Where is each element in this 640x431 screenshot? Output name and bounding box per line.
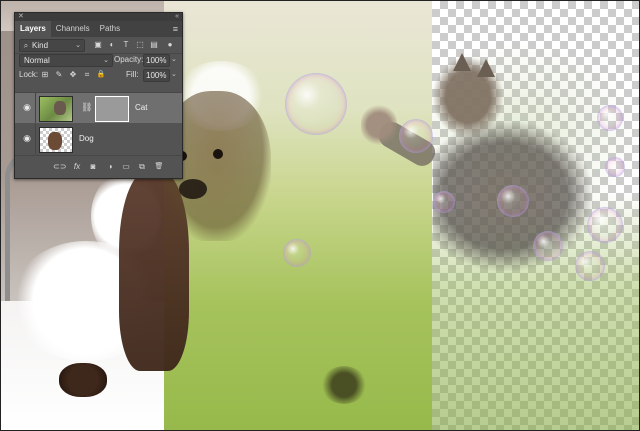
dog-thumbnail-figure (48, 132, 62, 150)
search-icon: ⌕ (23, 41, 29, 50)
adjustment-filter-icon[interactable]: ◐ (107, 39, 117, 50)
bubble (533, 231, 563, 261)
fill-value: 100% (146, 71, 167, 80)
collapse-icon[interactable]: « (175, 12, 179, 21)
tab-channels[interactable]: Channels (51, 21, 95, 37)
opacity-value: 100% (146, 56, 167, 65)
panel-footer: ⊂⊃ fx ◙ ◑ ▭ ⧉ 🗑 (15, 155, 182, 178)
chevron-down-icon: ⌄ (75, 42, 81, 49)
close-icon[interactable]: ✕ (18, 12, 24, 21)
panel-menu-icon[interactable]: ≡ (173, 24, 178, 34)
layer-name[interactable]: Cat (135, 93, 147, 123)
layer-thumbnail[interactable] (39, 96, 73, 122)
blend-row: Normal ⌄ Opacity: 100% ⌄ (15, 52, 182, 67)
new-group-icon[interactable]: ▭ (120, 161, 132, 173)
layer-filter-dropdown[interactable]: ⌕ Kind ⌄ (19, 39, 85, 52)
mask-link-icon[interactable]: ⛓ (81, 100, 92, 114)
divider (35, 93, 36, 123)
filter-kind-label: Kind (32, 41, 49, 50)
smart-object-filter-icon[interactable]: ▤ (149, 39, 159, 50)
chevron-down-icon: ⌄ (103, 57, 109, 64)
lock-position-icon[interactable]: ✥ (68, 69, 78, 80)
visibility-eye-icon[interactable]: ◉ (22, 133, 32, 143)
bubble (587, 207, 623, 243)
lock-label: Lock: (19, 70, 39, 79)
filter-row: ⌕ Kind ⌄ ▣ ◐ T ⬚ ▤ ● (15, 37, 182, 52)
bubble (497, 185, 529, 217)
divider (35, 124, 36, 154)
layer-row-dog[interactable]: ◉ Dog (15, 124, 182, 154)
tab-paths[interactable]: Paths (95, 21, 125, 37)
tab-layers[interactable]: Layers (15, 21, 51, 37)
blend-mode-value: Normal (24, 56, 50, 65)
type-filter-icon[interactable]: T (121, 39, 131, 50)
panel-title-bar[interactable]: ✕ « (15, 13, 182, 21)
layer-mask-thumbnail[interactable] (95, 96, 129, 122)
fill-chevron-icon[interactable]: ⌄ (171, 69, 177, 80)
bubble (285, 73, 347, 135)
panel-tabs: Layers Channels Paths ≡ (15, 21, 182, 37)
cat-ear (477, 59, 495, 77)
bubble (575, 251, 605, 281)
visibility-eye-icon[interactable]: ◉ (22, 102, 32, 112)
opacity-field[interactable]: 100% (143, 54, 170, 67)
cat-thumbnail-figure (54, 101, 66, 115)
bubble (605, 157, 625, 177)
lock-transparent-pixels-icon[interactable]: ⊞ (40, 69, 50, 80)
add-mask-icon[interactable]: ◙ (87, 161, 99, 173)
bubble (433, 191, 455, 213)
lock-all-icon[interactable]: 🔒 (96, 69, 106, 80)
fill-field[interactable]: 100% (143, 69, 170, 82)
opacity-chevron-icon[interactable]: ⌄ (171, 54, 177, 65)
layer-row-cat[interactable]: ◉ ⛓ Cat (15, 93, 182, 123)
bubble (283, 239, 311, 267)
grass-clump (321, 366, 367, 404)
bubble (399, 119, 433, 153)
dog-paw (59, 363, 107, 397)
filter-icons: ▣ ◐ T ⬚ ▤ ● (93, 39, 175, 50)
bubble (597, 105, 623, 131)
layer-style-icon[interactable]: fx (71, 161, 83, 173)
lock-icons: ⊞ ✎ ✥ ⌗ 🔒 (40, 69, 130, 80)
layer-name[interactable]: Dog (79, 124, 94, 154)
lock-image-pixels-icon[interactable]: ✎ (54, 69, 64, 80)
shape-filter-icon[interactable]: ⬚ (135, 39, 145, 50)
delete-layer-icon[interactable]: 🗑 (153, 161, 165, 173)
fill-label: Fill: (126, 70, 139, 79)
dog-nose (179, 179, 207, 199)
dog-eye (213, 149, 223, 159)
layer-thumbnail[interactable] (39, 127, 73, 153)
filter-toggle-icon[interactable]: ● (165, 39, 175, 50)
cat-ear (453, 53, 471, 71)
lock-artboard-icon[interactable]: ⌗ (82, 69, 92, 80)
opacity-label: Opacity: (114, 55, 144, 64)
new-adjustment-icon[interactable]: ◑ (104, 161, 116, 173)
new-layer-icon[interactable]: ⧉ (136, 161, 148, 173)
layers-panel: ✕ « Layers Channels Paths ≡ ⌕ Kind ⌄ ▣ ◐… (14, 12, 183, 179)
lock-row: Lock: ⊞ ✎ ✥ ⌗ 🔒 Fill: 100% ⌄ (15, 67, 182, 82)
cat-paw (361, 105, 397, 145)
image-filter-icon[interactable]: ▣ (93, 39, 103, 50)
link-layers-icon[interactable]: ⊂⊃ (53, 161, 66, 173)
blend-mode-dropdown[interactable]: Normal ⌄ (19, 54, 113, 67)
